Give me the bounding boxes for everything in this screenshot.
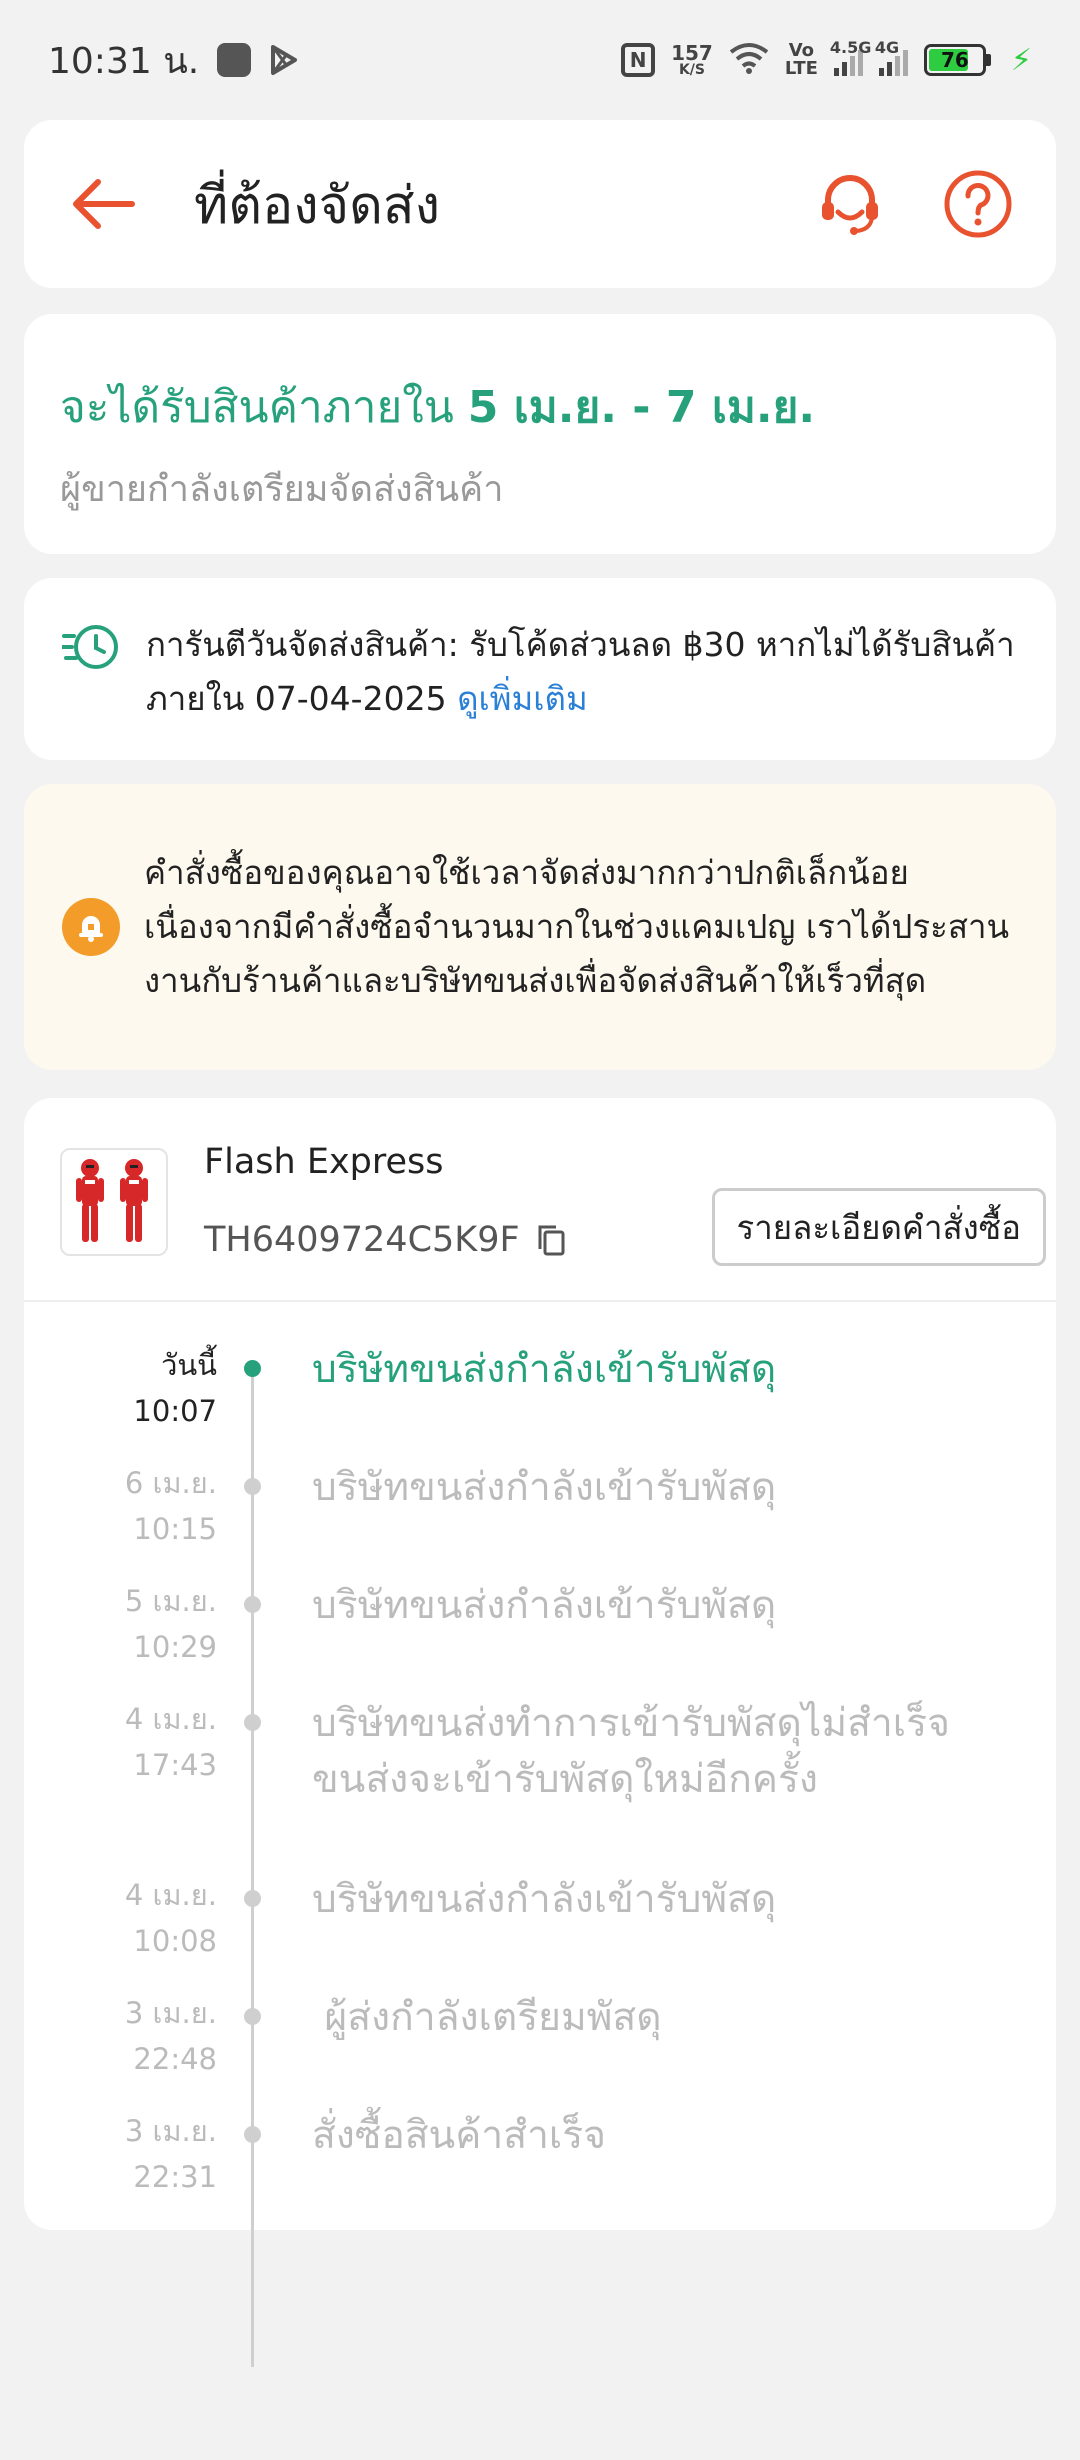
play-store-icon <box>269 44 299 76</box>
timeline-line <box>251 1362 254 2367</box>
estimate-prefix: จะได้รับสินค้าภายใน <box>60 382 468 433</box>
event-time: 10:15 <box>133 1512 217 1546</box>
fast-delivery-clock-icon <box>60 622 122 760</box>
event-timestamp: 3 เม.ย. 22:48 <box>125 1990 217 2082</box>
page-title: ที่ต้องจัดส่ง <box>194 175 441 236</box>
clock: 10:31 น. <box>48 40 200 82</box>
event-description: บริษัทขนส่งกำลังเข้ารับพัสดุ <box>312 1460 776 1516</box>
event-description: ผู้ส่งกำลังเตรียมพัสดุ <box>312 1990 662 2046</box>
event-time: 22:31 <box>133 2160 217 2194</box>
square-notification-icon <box>217 43 252 77</box>
event-description: บริษัทขนส่งทำการเข้ารับพัสดุไม่สำเร็จขนส… <box>312 1696 950 1808</box>
event-description-line: บริษัทขนส่งกำลังเข้ารับพัสดุ <box>312 1583 777 1628</box>
guarantee-text: การันตีวันจัดส่งสินค้า: รับโค้ดส่วนลด ฿3… <box>146 618 1020 760</box>
status-left: 10:31 น. <box>48 32 299 89</box>
network-speed-unit: K/S <box>678 62 705 78</box>
timeline-dot <box>244 1714 261 1731</box>
help-button[interactable] <box>938 164 1018 244</box>
signal-label-2: 4G <box>874 38 900 57</box>
timeline-dot <box>244 2126 261 2143</box>
event-timestamp: 4 เม.ย. 17:43 <box>125 1696 217 1788</box>
delay-notice-card: คำสั่งซื้อของคุณอาจใช้เวลาจัดส่งมากกว่าป… <box>24 784 1056 1070</box>
estimate-title: จะได้รับสินค้าภายใน 5 เม.ย. - 7 เม.ย. <box>60 372 1020 442</box>
customer-support-button[interactable] <box>810 164 890 244</box>
see-more-link[interactable]: ดูเพิ่มเติม <box>457 679 588 718</box>
timeline-dot <box>244 1360 261 1377</box>
wifi-icon <box>729 42 769 78</box>
bell-icon <box>62 898 120 956</box>
event-date: 6 เม.ย. <box>124 1466 217 1500</box>
tracking-number: TH6409724C5K9F <box>204 1220 520 1260</box>
volte-indicator: Vo LTE <box>785 42 818 78</box>
notice-text: คำสั่งซื้อของคุณอาจใช้เวลาจัดส่งมากกว่าป… <box>144 853 1010 1000</box>
status-right: N 157 K/S Vo LTE 4.5G 4G 76 ⚡ <box>621 38 1032 78</box>
event-description-line: ผู้ส่งกำลังเตรียมพัสดุ <box>312 1995 662 2040</box>
event-time: 22:48 <box>133 2042 217 2076</box>
event-time: 17:43 <box>133 1748 217 1782</box>
event-date: 4 เม.ย. <box>124 1878 217 1912</box>
event-description-line: บริษัทขนส่งกำลังเข้ารับพัสดุ <box>312 1465 777 1510</box>
event-date: 3 เม.ย. <box>124 2114 217 2148</box>
delivery-estimate-card: จะได้รับสินค้าภายใน 5 เม.ย. - 7 เม.ย. ผู… <box>24 314 1056 554</box>
event-time: 10:08 <box>133 1924 217 1958</box>
event-description: สั่งซื้อสินค้าสำเร็จ <box>312 2108 606 2164</box>
back-button[interactable] <box>62 164 142 244</box>
event-description-line: บริษัทขนส่งกำลังเข้ารับพัสดุ <box>312 1877 777 1922</box>
tracking-card: Flash Express TH6409724C5K9F รายละเอียดค… <box>24 1098 1056 2367</box>
timeline-dot <box>244 1596 261 1613</box>
event-description: บริษัทขนส่งกำลังเข้ารับพัสดุ <box>312 1578 776 1634</box>
estimate-range: 5 เม.ย. - 7 เม.ย. <box>467 382 816 433</box>
event-description-line: บริษัทขนส่งกำลังเข้ารับพัสดุ <box>312 1347 777 1392</box>
header-bar: ที่ต้องจัดส่ง <box>24 120 1056 288</box>
timeline-dot <box>244 2008 261 2025</box>
event-date: 5 เม.ย. <box>124 1584 217 1618</box>
product-thumbnail[interactable] <box>60 1148 168 1256</box>
help-icon <box>944 170 1012 238</box>
event-timestamp: 3 เม.ย. 22:31 <box>125 2108 217 2200</box>
copy-icon[interactable] <box>536 1223 568 1257</box>
volte-bottom: LTE <box>784 58 818 79</box>
status-bar: 10:31 น. N 157 K/S Vo LTE 4.5G 4G 76 ⚡ <box>0 0 1080 120</box>
courier-name: Flash Express <box>204 1142 444 1182</box>
nfc-icon: N <box>621 43 656 77</box>
event-time: 10:07 <box>133 1394 217 1428</box>
charging-icon: ⚡ <box>1010 42 1032 78</box>
event-date: 3 เม.ย. <box>124 1996 217 2030</box>
estimate-subtitle: ผู้ขายกำลังเตรียมจัดส่งสินค้า <box>60 469 504 510</box>
event-date: 4 เม.ย. <box>124 1702 217 1736</box>
timeline-dot <box>244 1890 261 1907</box>
event-timestamp: 6 เม.ย. 10:15 <box>125 1460 217 1552</box>
event-time: 10:29 <box>133 1630 217 1664</box>
network-speed: 157 K/S <box>671 43 713 77</box>
delivery-guarantee-card[interactable]: การันตีวันจัดส่งสินค้า: รับโค้ดส่วนลด ฿3… <box>24 578 1056 760</box>
event-timestamp: วันนี้ 10:07 <box>133 1342 217 1434</box>
back-arrow-icon <box>73 179 135 229</box>
event-description: บริษัทขนส่งกำลังเข้ารับพัสดุ <box>312 1342 776 1398</box>
timeline-dot <box>244 1478 261 1495</box>
event-description-line-2: ขนส่งจะเข้ารับพัสดุใหม่อีกครั้ง <box>312 1757 818 1802</box>
signal-label: 4.5G <box>829 38 872 57</box>
event-description-line: สั่งซื้อสินค้าสำเร็จ <box>312 2113 607 2158</box>
event-description-line: บริษัทขนส่งทำการเข้ารับพัสดุไม่สำเร็จ <box>312 1701 950 1746</box>
event-description: บริษัทขนส่งกำลังเข้ารับพัสดุ <box>312 1872 776 1928</box>
order-details-button[interactable]: รายละเอียดคำสั่งซื้อ <box>711 1188 1046 1266</box>
battery-icon: 76 <box>923 44 991 76</box>
battery-level: 76 <box>941 48 969 72</box>
signal-icon-2: 4G <box>875 38 908 76</box>
event-timestamp: 4 เม.ย. 10:08 <box>125 1872 217 1964</box>
customer-support-icon <box>822 175 878 235</box>
signal-icon: 4.5G <box>830 38 871 76</box>
courier-row: Flash Express TH6409724C5K9F รายละเอียดค… <box>24 1098 1056 1302</box>
event-date: วันนี้ <box>161 1348 217 1382</box>
event-timestamp: 5 เม.ย. 10:29 <box>125 1578 217 1670</box>
tracking-number-row: TH6409724C5K9F <box>204 1220 568 1260</box>
network-speed-value: 157 <box>671 41 713 65</box>
